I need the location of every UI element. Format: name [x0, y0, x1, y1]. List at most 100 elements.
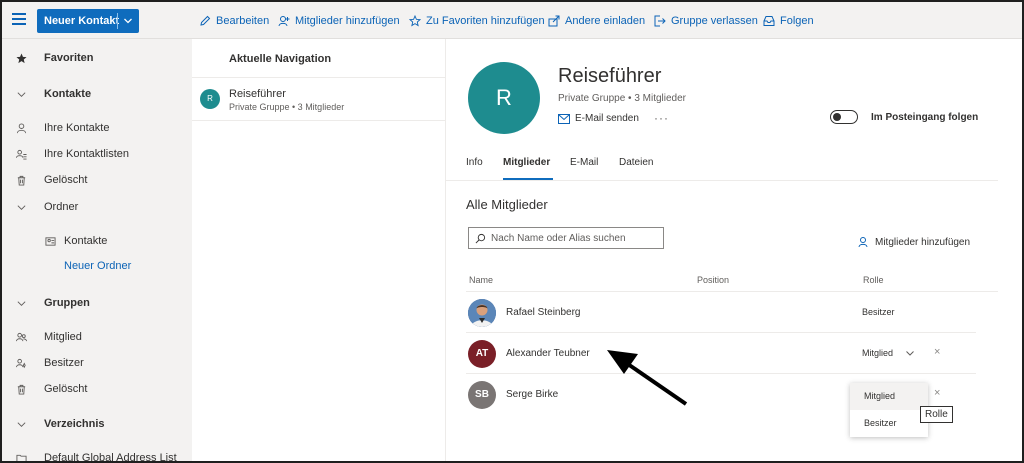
nav-contacts-header-label: Kontakte — [44, 88, 92, 100]
more-options-icon[interactable]: ··· — [654, 111, 669, 125]
table-row[interactable]: AT Alexander Teubner Mitglied × — [466, 334, 976, 374]
column-header-position: Position — [697, 275, 730, 285]
send-email-button[interactable]: E-Mail senden — [558, 113, 639, 124]
nav-owner[interactable]: Besitzer — [2, 354, 192, 372]
people-owner-icon — [14, 356, 28, 370]
leave-group-button[interactable]: Gruppe verlassen — [654, 14, 758, 28]
hamburger-menu-icon[interactable] — [12, 13, 26, 25]
table-row[interactable]: Rafael Steinberg Besitzer — [466, 293, 976, 333]
nav-global-address-list[interactable]: Default Global Address List — [2, 449, 192, 461]
chevron-down-icon[interactable] — [122, 9, 134, 33]
divider — [466, 332, 976, 333]
tab-members[interactable]: Mitglieder — [503, 157, 550, 168]
group-avatar-large: R — [468, 62, 540, 134]
send-email-label: E-Mail senden — [575, 113, 639, 124]
role-tooltip: Rolle — [920, 406, 953, 423]
nav-deleted-groups-label: Gelöscht — [44, 383, 88, 395]
split-divider — [117, 13, 118, 29]
avatar: AT — [468, 340, 496, 368]
chevron-down-icon — [14, 200, 28, 214]
follow-inbox-toggle[interactable] — [830, 110, 858, 124]
nav-folder-contacts[interactable]: Kontakte — [2, 232, 192, 250]
add-members-toolbar-label: Mitglieder hinzufügen — [295, 15, 400, 27]
nav-member-label: Mitglied — [44, 331, 82, 343]
avatar — [468, 299, 496, 327]
person-icon — [14, 121, 28, 135]
edit-button[interactable]: Bearbeiten — [199, 14, 269, 28]
nav-favorites[interactable]: Favoriten — [2, 49, 192, 67]
chevron-down-icon — [906, 351, 914, 356]
column-header-name: Name — [469, 275, 494, 285]
chevron-down-icon — [14, 296, 28, 310]
new-contact-label: Neuer Kontakt — [44, 15, 120, 27]
trash-icon — [14, 173, 28, 187]
member-name: Serge Birke — [506, 389, 559, 400]
member-name: Rafael Steinberg — [506, 307, 581, 318]
member-role: Besitzer — [862, 307, 895, 317]
command-bar: Neuer Kontakt Bearbeiten Mitglieder hinz… — [2, 2, 1022, 39]
follow-label: Folgen — [780, 15, 814, 27]
member-search-box — [468, 227, 664, 249]
group-subtitle: Private Gruppe • 3 Mitglieder — [558, 93, 687, 104]
column-header-role: Rolle — [863, 275, 884, 285]
add-members-label: Mitglieder hinzufügen — [875, 236, 971, 248]
divider — [466, 291, 998, 292]
contact-card-icon — [43, 234, 57, 248]
member-name: Alexander Teubner — [506, 348, 590, 359]
group-avatar: R — [200, 89, 220, 109]
add-favorites-button[interactable]: Zu Favoriten hinzufügen — [409, 14, 545, 28]
add-members-button[interactable]: Mitglieder hinzufügen — [858, 236, 970, 248]
role-option-member[interactable]: Mitglied — [850, 383, 928, 410]
remove-member-icon[interactable]: × — [934, 387, 940, 399]
remove-member-icon[interactable]: × — [934, 346, 940, 358]
member-role-label: Besitzer — [862, 307, 895, 317]
app-frame: Neuer Kontakt Bearbeiten Mitglieder hinz… — [0, 0, 1024, 463]
left-navigation: Favoriten Kontakte Ihre Kontakte Ihre Ko… — [2, 39, 192, 461]
nav-my-contacts[interactable]: Ihre Kontakte — [2, 119, 192, 137]
role-dropdown-menu: Mitglied Besitzer — [850, 383, 928, 437]
group-title: Reiseführer — [558, 65, 662, 87]
nav-my-contacts-label: Ihre Kontakte — [44, 122, 110, 134]
share-icon — [548, 15, 560, 27]
leave-group-label: Gruppe verlassen — [671, 15, 758, 27]
mail-icon — [558, 113, 570, 124]
nav-owner-label: Besitzer — [44, 357, 84, 369]
list-item-subtitle: Private Gruppe • 3 Mitglieder — [229, 102, 345, 112]
nav-contacts-header[interactable]: Kontakte — [2, 85, 192, 103]
trash-icon — [14, 382, 28, 396]
nav-groups-header-label: Gruppen — [44, 297, 90, 309]
star-add-icon — [409, 15, 421, 27]
list-item[interactable]: R Reiseführer Private Gruppe • 3 Mitglie… — [192, 79, 445, 121]
nav-deleted-contacts[interactable]: Gelöscht — [2, 171, 192, 189]
nav-groups-header[interactable]: Gruppen — [2, 294, 192, 312]
person-add-icon — [278, 16, 290, 27]
new-contact-button[interactable]: Neuer Kontakt — [37, 9, 139, 33]
toggle-knob — [833, 113, 841, 121]
nav-member[interactable]: Mitglied — [2, 328, 192, 346]
people-icon — [14, 330, 28, 344]
nav-directory-header[interactable]: Verzeichnis — [2, 415, 192, 433]
pencil-icon — [200, 15, 211, 26]
list-header: Aktuelle Navigation — [229, 53, 332, 65]
edit-label: Bearbeiten — [216, 15, 270, 27]
member-role-label: Mitglied — [862, 348, 894, 358]
nav-directory-header-label: Verzeichnis — [44, 418, 105, 430]
tab-info[interactable]: Info — [466, 157, 483, 168]
invite-others-button[interactable]: Andere einladen — [548, 14, 645, 28]
nav-folders[interactable]: Ordner — [2, 198, 192, 216]
role-option-owner[interactable]: Besitzer — [850, 410, 928, 437]
nav-deleted-groups[interactable]: Gelöscht — [2, 380, 192, 398]
add-members-toolbar-button[interactable]: Mitglieder hinzufügen — [278, 14, 400, 28]
nav-contact-lists[interactable]: Ihre Kontaktlisten — [2, 145, 192, 163]
folder-icon — [14, 451, 28, 461]
member-search-input[interactable] — [491, 232, 661, 244]
follow-button[interactable]: Folgen — [763, 14, 814, 28]
member-role-dropdown[interactable]: Mitglied — [862, 348, 915, 358]
tab-email[interactable]: E-Mail — [570, 157, 598, 168]
inbox-follow-icon — [763, 16, 775, 26]
tab-files[interactable]: Dateien — [619, 157, 653, 168]
nav-folders-label: Ordner — [44, 201, 79, 213]
add-favorites-label: Zu Favoriten hinzufügen — [426, 15, 545, 27]
nav-new-folder[interactable]: Neuer Ordner — [2, 257, 192, 275]
nav-folder-contacts-label: Kontakte — [64, 235, 108, 247]
